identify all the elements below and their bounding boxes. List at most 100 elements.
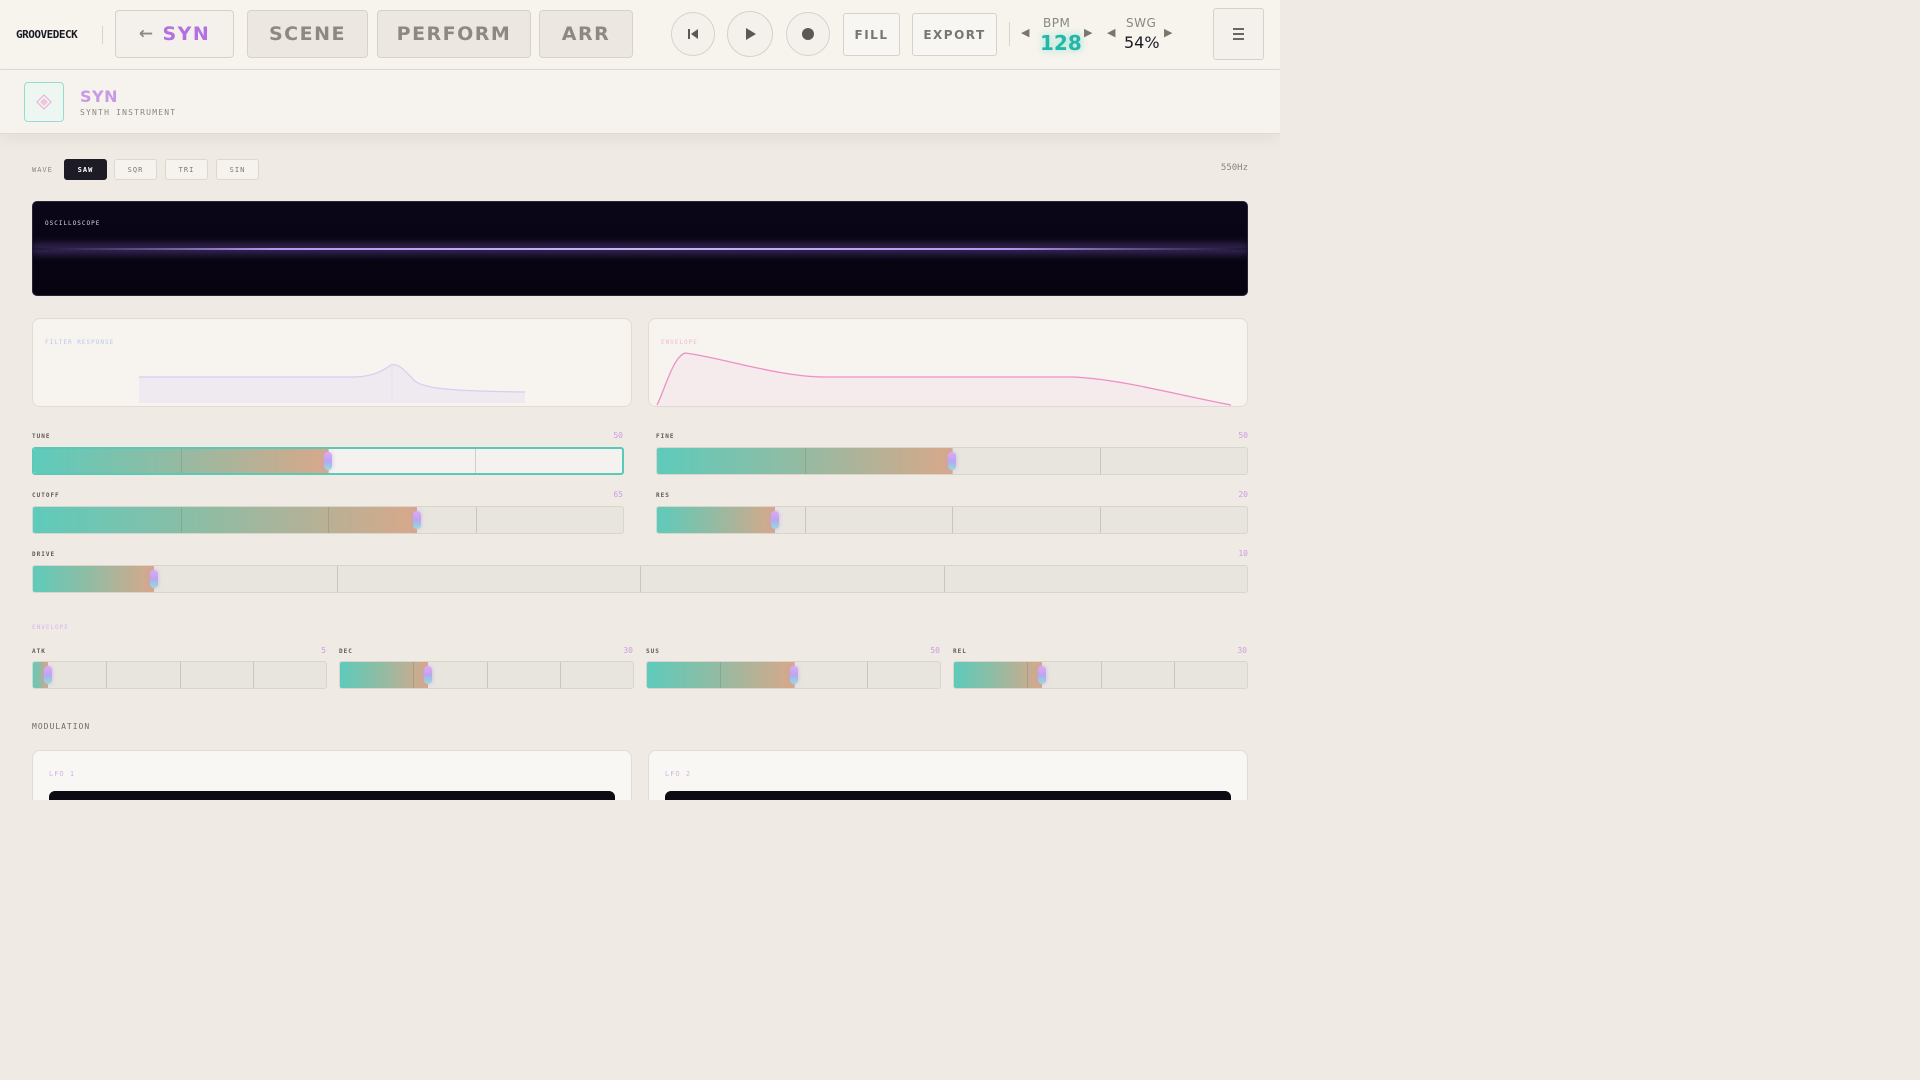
lfo-1-display: [49, 791, 615, 800]
swing-decrease-icon[interactable]: ◀: [1107, 26, 1115, 39]
wave-sin-button[interactable]: SIN: [216, 159, 259, 180]
slider-tick: [475, 449, 476, 473]
lfo-1-title: LFO 1: [49, 770, 76, 778]
wave-saw-button[interactable]: SAW: [64, 159, 107, 180]
slider-tick: [180, 507, 182, 533]
param-label-fine: FINE: [656, 433, 675, 440]
viewport: GROOVEDECK ← SYN SCENE PERFORM ARR FILL …: [0, 0, 1280, 800]
instrument-icon-box: [24, 82, 64, 122]
sustain-slider[interactable]: [646, 661, 941, 689]
swing-value: 54%: [1124, 33, 1160, 52]
slider-thumb[interactable]: [412, 511, 421, 529]
fine-slider[interactable]: [656, 447, 1248, 475]
slider-tick: [181, 449, 182, 473]
slider-thumb[interactable]: [1037, 666, 1046, 684]
tab-label: PERFORM: [396, 23, 512, 45]
slider-thumb[interactable]: [771, 511, 779, 529]
slider-tick: [252, 662, 254, 688]
fill-button[interactable]: FILL: [843, 13, 900, 56]
modulation-title: MODULATION: [32, 722, 91, 731]
slider-thumb[interactable]: [789, 666, 798, 684]
param-label-tune: TUNE: [32, 433, 51, 440]
param-value-sus: 50: [930, 646, 940, 655]
slider-tick: [559, 662, 561, 688]
lfo-2-display: [665, 791, 1231, 800]
swing-label: SWG: [1126, 16, 1157, 30]
instrument-header: SYN SYNTH INSTRUMENT: [0, 70, 1280, 134]
tune-slider[interactable]: [32, 447, 624, 475]
param-value-rel: 30: [1237, 646, 1247, 655]
attack-slider[interactable]: [32, 661, 327, 689]
slider-tick: [1100, 662, 1102, 688]
slider-tick: [486, 662, 488, 688]
param-label-res: RES: [656, 492, 670, 499]
slider-thumb[interactable]: [423, 666, 432, 684]
top-bar: GROOVEDECK ← SYN SCENE PERFORM ARR FILL …: [0, 0, 1280, 70]
envelope-section-title: ENVELOPE: [32, 624, 69, 631]
slider-thumb[interactable]: [43, 666, 52, 684]
wave-label: WAVE: [32, 166, 53, 174]
wave-tri-button[interactable]: TRI: [165, 159, 208, 180]
bpm-decrease-icon[interactable]: ◀: [1021, 26, 1029, 39]
hamburger-menu-icon: [1233, 28, 1244, 30]
param-value-drive: 10: [1238, 549, 1248, 558]
slider-thumb[interactable]: [150, 570, 159, 588]
wave-sqr-button[interactable]: SQR: [114, 159, 157, 180]
export-button[interactable]: EXPORT: [912, 13, 997, 56]
slider-tick: [866, 662, 868, 688]
oscilloscope-trace: [33, 248, 1247, 250]
slider-fill: [33, 507, 417, 533]
slider-thumb[interactable]: [948, 452, 956, 470]
slider-fill: [657, 507, 775, 533]
slider-tick: [413, 662, 415, 688]
arrow-left-icon: ←: [138, 24, 155, 44]
param-label-sus: SUS: [646, 648, 660, 655]
slider-tick: [804, 448, 806, 474]
play-button[interactable]: [727, 11, 773, 57]
slider-tick: [720, 662, 722, 688]
param-value-cutoff: 65: [613, 490, 623, 499]
slider-tick: [1173, 662, 1175, 688]
slider-tick: [943, 566, 945, 592]
filter-response-panel: FILTER RESPONSE: [32, 318, 632, 407]
slider-tick: [1099, 448, 1101, 474]
swing-increase-icon[interactable]: ▶: [1164, 26, 1172, 39]
filter-response-curve: [139, 363, 526, 403]
param-value-atk: 5: [321, 646, 326, 655]
tab-arr[interactable]: ARR: [539, 10, 633, 58]
slider-thumb[interactable]: [324, 452, 332, 470]
param-label-drive: DRIVE: [32, 551, 56, 558]
decay-slider[interactable]: [339, 661, 634, 689]
divider: [1009, 22, 1010, 46]
hamburger-menu-icon: [1233, 38, 1244, 40]
bpm-increase-icon[interactable]: ▶: [1084, 26, 1092, 39]
slider-tick: [952, 507, 953, 533]
tab-label: SYN: [162, 23, 211, 45]
record-button[interactable]: [786, 12, 830, 56]
res-slider[interactable]: [656, 506, 1248, 534]
app-root: GROOVEDECK ← SYN SCENE PERFORM ARR FILL …: [0, 0, 1280, 800]
cutoff-slider[interactable]: [32, 506, 624, 534]
drive-slider[interactable]: [32, 565, 1248, 593]
release-slider[interactable]: [953, 661, 1248, 689]
slider-tick: [1027, 662, 1029, 688]
param-value-fine: 50: [1238, 431, 1248, 440]
tab-scene[interactable]: SCENE: [247, 10, 368, 58]
tab-syn[interactable]: ← SYN: [115, 10, 234, 58]
play-icon: [746, 28, 756, 40]
slider-tick: [804, 507, 806, 533]
slider-tick: [475, 507, 477, 533]
menu-button[interactable]: [1213, 8, 1264, 60]
hamburger-menu-icon: [1233, 33, 1244, 35]
param-label-rel: REL: [953, 648, 967, 655]
lfo-2-title: LFO 2: [665, 770, 692, 778]
brand-logo: GROOVEDECK: [16, 28, 78, 41]
param-value-dec: 30: [623, 646, 633, 655]
record-icon: [802, 28, 814, 40]
slider-tick: [328, 507, 329, 533]
tab-perform[interactable]: PERFORM: [377, 10, 531, 58]
bpm-value: 128: [1040, 31, 1082, 55]
param-label-cutoff: CUTOFF: [32, 492, 60, 499]
slider-tick: [336, 566, 338, 592]
skip-to-start-button[interactable]: [671, 12, 715, 56]
